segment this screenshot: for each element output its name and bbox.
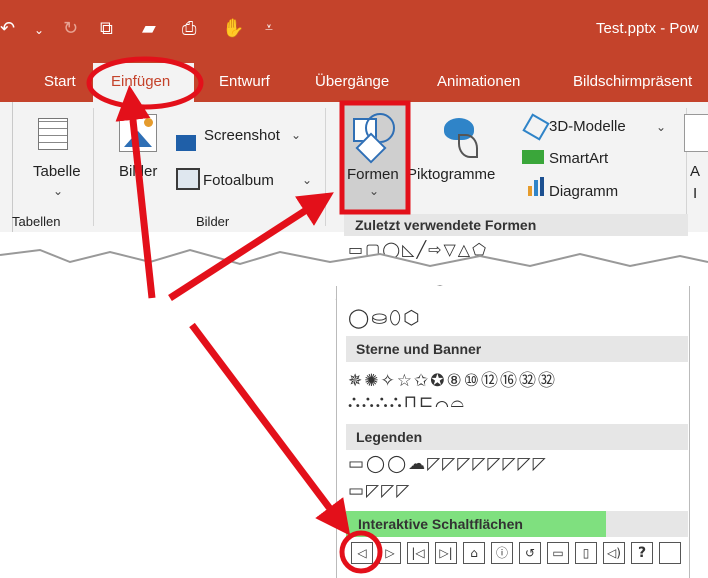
annotation-overlay: [86, 56, 411, 574]
